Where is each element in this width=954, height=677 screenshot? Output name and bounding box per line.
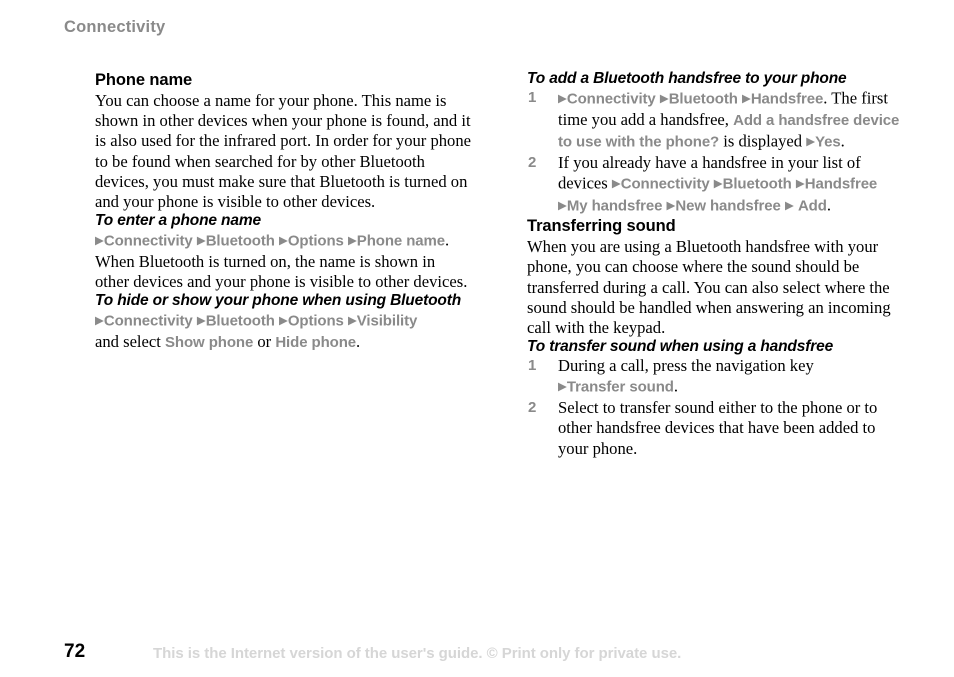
menu-item-connectivity[interactable]: Connectivity <box>104 233 193 250</box>
trailing-period: . <box>840 131 845 151</box>
arrow-icon: ▶ <box>347 233 357 248</box>
menu-item-my-handsfree[interactable]: My handsfree <box>567 197 663 214</box>
menu-item-handsfree[interactable]: Handsfree <box>751 91 824 108</box>
step-number: 2 <box>528 399 537 417</box>
menu-option-yes[interactable]: Yes <box>815 133 841 150</box>
menu-item-phone-name[interactable]: Phone name <box>357 233 445 250</box>
arrow-icon: ▶ <box>347 313 357 328</box>
menu-item-bluetooth[interactable]: Bluetooth <box>723 175 792 192</box>
section-heading-phone-name: Phone name <box>95 71 193 89</box>
menu-item-options[interactable]: Options <box>288 233 344 250</box>
arrow-icon: ▶ <box>795 175 805 190</box>
menu-item-connectivity[interactable]: Connectivity <box>567 91 656 108</box>
select-lead-text: and select <box>95 332 166 352</box>
list-item: 2 If you already have a handsfree in your… <box>527 153 909 217</box>
arrow-icon: ▶ <box>95 313 104 328</box>
arrow-icon: ▶ <box>558 91 567 105</box>
menu-item-bluetooth[interactable]: Bluetooth <box>669 91 738 108</box>
arrow-icon: ▶ <box>278 233 288 248</box>
arrow-icon: ▶ <box>659 91 669 105</box>
menu-item-visibility[interactable]: Visibility <box>357 313 418 330</box>
menu-item-connectivity[interactable]: Connectivity <box>104 313 193 330</box>
arrow-icon: ▶ <box>741 91 751 105</box>
step-text-after-prompt: is displayed <box>719 131 807 151</box>
steps-transfer-sound: 1 During a call, press the navigation key… <box>527 356 909 459</box>
step-text-lead: During a call, press the navigation key <box>558 356 814 376</box>
arrow-icon: ▶ <box>611 175 621 190</box>
paragraph-transferring-sound: When you are using a Bluetooth handsfree… <box>527 237 891 338</box>
menu-path-enter-phone-name: ▶Connectivity ▶Bluetooth ▶Options ▶Phone… <box>95 230 473 292</box>
trailing-period: . <box>826 195 831 215</box>
menu-option-show-phone[interactable]: Show phone <box>165 334 253 351</box>
task-heading-transfer-sound: To transfer sound when using a handsfree <box>527 338 834 356</box>
arrow-icon: ▶ <box>806 133 816 148</box>
menu-item-handsfree[interactable]: Handsfree <box>805 175 878 192</box>
list-item: 1 ▶Connectivity ▶Bluetooth ▶Handsfree. Th… <box>527 88 909 153</box>
menu-path-hide-show-phone: ▶Connectivity ▶Bluetooth ▶Options ▶Visib… <box>95 310 473 353</box>
menu-item-options[interactable]: Options <box>288 313 344 330</box>
footer-watermark-note: This is the Internet version of the user… <box>153 645 682 662</box>
list-item: 2 Select to transfer sound either to the … <box>527 398 909 459</box>
paragraph-phone-name-intro: You can choose a name for your phone. Th… <box>95 91 472 212</box>
task-heading-add-bluetooth-handsfree: To add a Bluetooth handsfree to your pho… <box>527 70 847 87</box>
list-item: 1 During a call, press the navigation key… <box>527 356 909 398</box>
arrow-icon: ▶ <box>784 197 794 212</box>
arrow-icon: ▶ <box>278 313 288 328</box>
arrow-icon: ▶ <box>196 313 206 328</box>
trailing-period: . <box>673 376 678 396</box>
task-heading-hide-show-phone: To hide or show your phone when using Bl… <box>95 292 462 310</box>
menu-item-transfer-sound[interactable]: Transfer sound <box>567 379 674 396</box>
arrow-icon: ▶ <box>558 379 567 394</box>
menu-item-connectivity[interactable]: Connectivity <box>621 175 710 192</box>
arrow-icon: ▶ <box>196 233 206 248</box>
task-heading-enter-phone-name: To enter a phone name <box>95 212 261 230</box>
section-heading-transferring-sound: Transferring sound <box>527 217 676 236</box>
arrow-icon: ▶ <box>558 197 567 212</box>
trailing-period: . <box>356 332 361 352</box>
running-head-connectivity: Connectivity <box>64 18 166 36</box>
option-separator: or <box>253 332 276 352</box>
left-column: Phone name You can choose a name for you… <box>95 70 473 353</box>
step-text: Select to transfer sound either to the p… <box>558 398 878 458</box>
step-number: 2 <box>528 153 537 171</box>
right-column: To add a Bluetooth handsfree to your pho… <box>527 70 909 459</box>
menu-item-bluetooth[interactable]: Bluetooth <box>206 233 275 250</box>
menu-item-add[interactable]: Add <box>798 197 827 214</box>
menu-option-hide-phone[interactable]: Hide phone <box>275 334 356 351</box>
page-number: 72 <box>64 641 86 662</box>
arrow-icon: ▶ <box>95 233 104 248</box>
menu-item-new-handsfree[interactable]: New handsfree <box>675 197 781 214</box>
steps-add-bluetooth-handsfree: 1 ▶Connectivity ▶Bluetooth ▶Handsfree. Th… <box>527 88 909 216</box>
step-number: 1 <box>528 89 537 106</box>
menu-item-bluetooth[interactable]: Bluetooth <box>206 313 275 330</box>
step-number: 1 <box>528 357 537 375</box>
arrow-icon: ▶ <box>713 175 723 190</box>
